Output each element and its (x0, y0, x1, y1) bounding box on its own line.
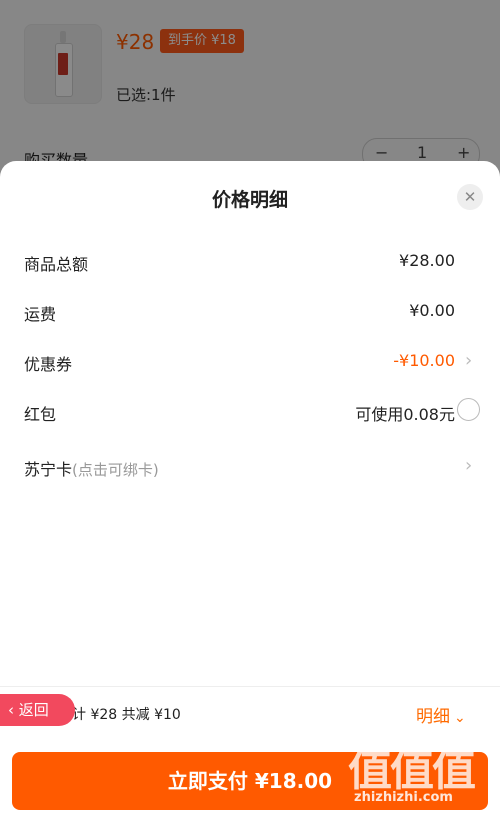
back-button[interactable]: ‹ 返回 (0, 694, 75, 726)
row-red-packet[interactable]: 红包 可使用0.08元 (0, 397, 500, 427)
coupon-value: -¥10.00 (393, 351, 455, 370)
radio-button[interactable] (457, 398, 480, 421)
sheet-title: 价格明细 (211, 189, 288, 211)
row-coupon[interactable]: 优惠券 -¥10.00 › (0, 347, 500, 377)
row-value: ¥0.00 (409, 301, 455, 320)
suning-card-label: 苏宁卡 (24, 460, 73, 479)
chevron-right-icon: › (465, 455, 473, 476)
footer-divider (0, 686, 500, 687)
chevron-down-icon: ⌄ (454, 710, 466, 726)
row-suning-card[interactable]: 苏宁卡(点击可绑卡) › (0, 452, 500, 482)
close-icon[interactable]: ✕ (457, 184, 483, 210)
row-label: 红包 (24, 405, 57, 424)
pay-now-button[interactable]: 立即支付 ¥18.00 (12, 752, 488, 810)
row-shipping: 运费 ¥0.00 (0, 297, 500, 327)
row-label: 商品总额 (24, 255, 89, 274)
detail-toggle[interactable]: 明细 ⌄ (416, 702, 466, 727)
row-goods-total: 商品总额 ¥28.00 (0, 247, 500, 277)
row-label: 苏宁卡(点击可绑卡) (24, 456, 159, 480)
chevron-right-icon: › (465, 350, 473, 371)
bind-card-hint: (点击可绑卡) (72, 461, 159, 479)
row-value: ¥28.00 (399, 251, 455, 270)
chevron-left-icon: ‹ (8, 701, 19, 719)
red-packet-value: 可使用0.08元 (355, 405, 455, 424)
row-label: 优惠券 (24, 355, 73, 374)
price-summary: 计 ¥28 共减 ¥10 (72, 707, 181, 723)
row-label: 运费 (24, 305, 57, 324)
detail-label: 明细 (416, 707, 450, 727)
back-label: 返回 (18, 701, 49, 719)
